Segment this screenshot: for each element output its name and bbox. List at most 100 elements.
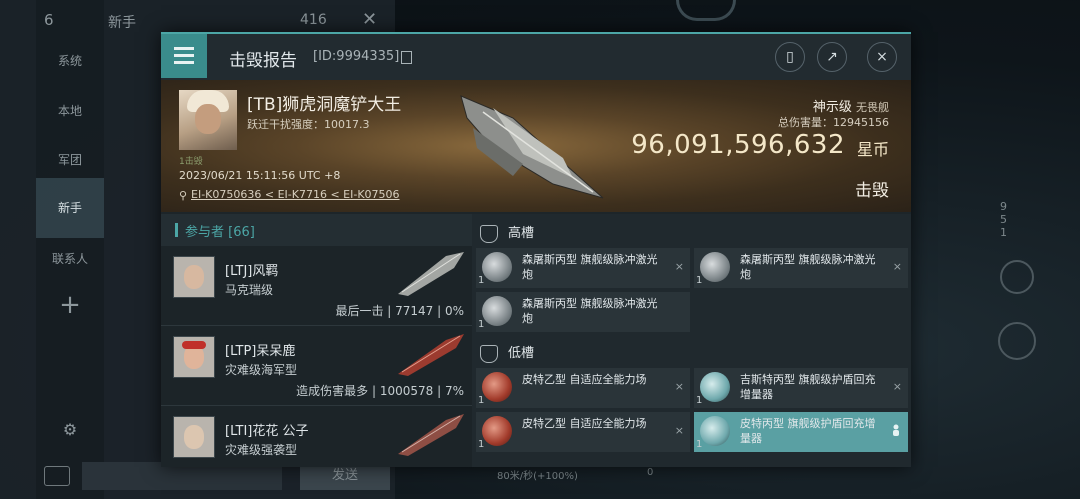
module-item-selected[interactable]: 1 皮特丙型 旗舰级护盾回充增量器 bbox=[694, 412, 908, 452]
menu-icon bbox=[174, 54, 194, 57]
warp-strength: 跃迁干扰强度：10017.3 bbox=[247, 118, 370, 131]
pilot-name: [LTJ]风羁 bbox=[225, 264, 279, 279]
kill-location-link[interactable]: EI-K0750636 < EI-K7716 < EI-K07506 bbox=[191, 188, 400, 201]
kill-tag: 1击毁 bbox=[179, 157, 203, 167]
person-icon bbox=[893, 424, 899, 436]
module-item[interactable]: 1 森屠斯丙型 旗舰级脉冲激光炮 × bbox=[694, 248, 908, 288]
participants-header: 参与者 [66] bbox=[161, 214, 472, 246]
sidebar-item-system[interactable]: 系统 bbox=[36, 52, 104, 69]
shield-recharger-icon bbox=[700, 372, 730, 402]
destroyed-mark-icon: × bbox=[674, 424, 684, 437]
menu-button[interactable] bbox=[161, 34, 207, 78]
pulse-laser-icon bbox=[700, 252, 730, 282]
close-icon: × bbox=[876, 49, 888, 65]
hud-count: 5 bbox=[1000, 213, 1007, 226]
participant-row[interactable]: [LTP]呆呆鹿 灾难级海军型 造成伤害最多 | 1000578 | 7% bbox=[161, 326, 472, 406]
clipboard-icon: ▯ bbox=[786, 49, 794, 65]
eye-icon[interactable] bbox=[1000, 260, 1034, 294]
kill-status: 击毁 bbox=[855, 181, 889, 201]
victim-ship-image bbox=[460, 95, 604, 199]
share-icon: ↗ bbox=[826, 49, 838, 65]
module-name: 森屠斯丙型 旗舰级脉冲激光炮 bbox=[522, 297, 658, 325]
module-item[interactable]: 1 森屠斯丙型 旗舰级脉冲激光炮 × bbox=[476, 248, 690, 288]
victim-name[interactable]: [TB]狮虎洞魔铲大王 bbox=[247, 90, 401, 115]
module-qty: 1 bbox=[696, 439, 703, 450]
share-button[interactable]: ↗ bbox=[817, 42, 847, 72]
swap-icon[interactable] bbox=[998, 322, 1036, 360]
pilot-stats: 造成伤害最多 | 1000578 | 7% bbox=[296, 384, 464, 398]
pilot-ship: 灾难级海军型 bbox=[225, 363, 298, 377]
armor-hardener-icon bbox=[482, 416, 512, 446]
module-qty: 1 bbox=[696, 275, 703, 286]
settings-icon[interactable]: ⚙ bbox=[36, 420, 104, 439]
module-name: 吉斯特丙型 旗舰级护盾回充增量器 bbox=[740, 373, 876, 401]
sidebar-item-corp[interactable]: 军团 bbox=[36, 151, 104, 168]
pilot-name: [LTP]呆呆鹿 bbox=[225, 344, 296, 359]
clipboard-button[interactable]: ▯ bbox=[775, 42, 805, 72]
participant-row[interactable]: [LTJ]风羁 马克瑞级 最后一击 | 77147 | 0% bbox=[161, 246, 472, 326]
pilot-ship-image bbox=[398, 414, 464, 456]
module-name: 森屠斯丙型 旗舰级脉冲激光炮 bbox=[740, 253, 876, 281]
portrait-face bbox=[195, 104, 221, 134]
module-qty: 1 bbox=[478, 319, 485, 330]
module-name: 森屠斯丙型 旗舰级脉冲激光炮 bbox=[522, 253, 658, 281]
armor-hardener-icon bbox=[482, 372, 512, 402]
module-qty: 1 bbox=[478, 439, 485, 450]
isk-unit: 星币 bbox=[856, 140, 889, 159]
kill-time: 2023/06/21 15:11:56 UTC +8 bbox=[179, 169, 341, 182]
kill-report-dialog: 击毁报告 [ID:9994335] ▯ ↗ × [TB]狮虎洞魔铲大王 跃迁干扰… bbox=[161, 32, 911, 467]
module-item[interactable]: 1 吉斯特丙型 旗舰级护盾回充增量器 × bbox=[694, 368, 908, 408]
module-name: 皮特丙型 旗舰级护盾回充增量器 bbox=[740, 417, 876, 445]
low-slot-label: 低槽 bbox=[508, 346, 535, 361]
dialog-title: 击毁报告 bbox=[229, 51, 297, 71]
module-qty: 1 bbox=[696, 395, 703, 406]
module-item[interactable]: 1 皮特乙型 自适应全能力场 × bbox=[476, 412, 690, 452]
menu-icon bbox=[174, 61, 194, 64]
high-slot-icon bbox=[480, 224, 498, 243]
module-item[interactable]: 1 森屠斯丙型 旗舰级脉冲激光炮 bbox=[476, 292, 690, 332]
module-name: 皮特乙型 自适应全能力场 bbox=[522, 373, 647, 386]
module-item[interactable]: 1 皮特乙型 自适应全能力场 × bbox=[476, 368, 690, 408]
low-slot-header: 低槽 bbox=[480, 342, 534, 363]
sidebar-item-contacts[interactable]: 联系人 bbox=[36, 250, 104, 267]
module-qty: 1 bbox=[478, 395, 485, 406]
pilot-stats: 最后一击 | 77147 | 0% bbox=[335, 304, 464, 318]
high-slot-header: 高槽 bbox=[480, 222, 534, 243]
victim-ship-class: 神示级 无畏舰 bbox=[813, 96, 889, 115]
pilot-name: [LTI]花花 公子 bbox=[225, 424, 309, 439]
destroyed-mark-icon: × bbox=[674, 380, 684, 393]
hud-count: 1 bbox=[1000, 226, 1007, 239]
participants-accent bbox=[175, 223, 178, 237]
keyboard-icon[interactable] bbox=[44, 466, 70, 486]
victim-portrait[interactable] bbox=[179, 90, 237, 150]
sidebar-item-newbie[interactable]: 新手 bbox=[36, 178, 104, 238]
pilot-ship-image bbox=[398, 252, 464, 296]
pilot-ship-image bbox=[398, 334, 464, 376]
participant-row[interactable]: [LTI]花花 公子 灾难级强袭型 bbox=[161, 406, 472, 467]
copy-icon[interactable] bbox=[401, 51, 412, 64]
fitting-panel: 高槽 1 森屠斯丙型 旗舰级脉冲激光炮 × 1 森屠斯丙型 旗舰级脉冲激光炮 ×… bbox=[472, 214, 911, 467]
pilot-avatar bbox=[173, 336, 215, 378]
total-damage: 总伤害量：12945156 bbox=[778, 116, 889, 129]
menu-icon bbox=[174, 47, 194, 50]
pilot-avatar bbox=[173, 256, 215, 298]
low-slot-icon bbox=[480, 344, 498, 363]
pilot-ship: 马克瑞级 bbox=[225, 283, 274, 297]
shield-recharger-icon bbox=[700, 416, 730, 446]
module-qty: 1 bbox=[478, 275, 485, 286]
module-name: 皮特乙型 自适应全能力场 bbox=[522, 417, 647, 430]
close-button[interactable]: × bbox=[867, 42, 897, 72]
participants-label: 参与者 [66] bbox=[185, 225, 255, 240]
chat-member-count: 6 bbox=[44, 11, 54, 29]
isk-value: 96,091,596,632 bbox=[631, 130, 845, 160]
add-icon[interactable]: + bbox=[36, 290, 104, 320]
report-id: [ID:9994335] bbox=[313, 49, 400, 64]
destroyed-mark-icon: × bbox=[674, 260, 684, 273]
location-pin-icon: ⚲ bbox=[179, 189, 188, 202]
chat-channel-name: 新手 bbox=[108, 15, 136, 31]
destroyed-mark-icon: × bbox=[892, 260, 902, 273]
dialog-header: 击毁报告 [ID:9994335] ▯ ↗ × bbox=[161, 34, 911, 80]
chat-close-icon[interactable]: ✕ bbox=[362, 9, 377, 30]
pulse-laser-icon bbox=[482, 252, 512, 282]
sidebar-item-local[interactable]: 本地 bbox=[36, 102, 104, 119]
